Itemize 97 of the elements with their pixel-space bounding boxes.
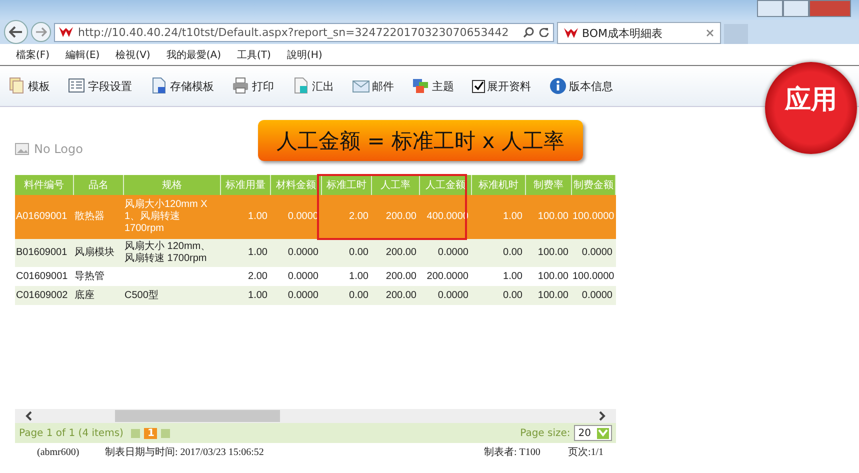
toolbar-button[interactable]: 存储模板 [150, 77, 214, 95]
table-cell: 风扇大小 120mm、风扇转速 1700rpm [124, 239, 220, 267]
toolbar-button[interactable]: 模板 [8, 77, 50, 95]
table-cell: 0.0000 [420, 239, 472, 267]
toolbar-button[interactable]: 邮件 [352, 77, 394, 95]
toolbar-button[interactable]: 主题 [412, 77, 454, 95]
search-icon[interactable] [523, 26, 534, 38]
logo-icon [564, 28, 578, 38]
list-icon [68, 77, 86, 95]
table-row[interactable]: C01609001 导热管 2.00 0.0000 1.00 200.00 200.0000 1.00 100.00 100.0000 [15, 267, 616, 286]
scroll-left-icon[interactable] [25, 411, 33, 421]
table-cell: 1.00 [472, 195, 526, 239]
toolbar-button[interactable]: 字段设置 [68, 77, 132, 95]
footer-text: 制表日期与时间: 2017/03/23 15:06:52 [105, 446, 265, 459]
table-cell: 0.00 [472, 286, 526, 305]
toolbar-button[interactable]: 汇出 [292, 77, 334, 95]
arrow-right-icon [35, 27, 47, 37]
table-cell: 0.00 [472, 239, 526, 267]
refresh-icon[interactable] [539, 27, 549, 37]
table-cell: 1.00 [220, 239, 270, 267]
toolbar-button[interactable]: 版本信息 [549, 77, 613, 95]
check-icon [474, 81, 484, 91]
table-cell: 2.00 [220, 267, 270, 286]
table-cell: 1.00 [220, 286, 270, 305]
table-cell: C01609002 [15, 286, 74, 305]
table-cell: 100.00 [526, 267, 572, 286]
printer-icon [232, 77, 250, 95]
logo-placeholder-text: No Logo [34, 142, 83, 156]
table-cell: 200.00 [372, 239, 420, 267]
tab-title: BOM成本明細表 [582, 26, 664, 40]
info-icon [549, 77, 567, 95]
footer-text: 制表者: T100 [484, 446, 542, 459]
document-icon [150, 77, 168, 95]
table-cell: 200.00 [372, 195, 420, 239]
table-cell: C01609001 [15, 267, 74, 286]
table-cell: 200.00 [372, 267, 420, 286]
browser-tab[interactable]: BOM成本明細表 [557, 22, 721, 44]
table-row[interactable]: C01609002 底座 C500型 1.00 0.0000 0.00 200.00 0.0000 0.00 100.00 0.0000 [15, 286, 616, 305]
table-cell: C500型 [124, 286, 220, 305]
table-cell: 100.00 [526, 239, 572, 267]
callout-banner: 人工金额 = 标准工时 x 人工率 [258, 120, 583, 161]
dropdown-arrow-icon[interactable] [597, 428, 609, 438]
table-cell: A01609001 [15, 195, 74, 239]
arrow-left-icon [9, 26, 23, 38]
table-cell: 1.00 [220, 195, 270, 239]
table-cell: 100.00 [526, 195, 572, 239]
table-cell: 200.00 [372, 286, 420, 305]
horizontal-scrollbar[interactable] [15, 409, 616, 423]
table-cell: 0.00 [322, 286, 372, 305]
table-cell: 0.0000 [270, 286, 322, 305]
table-cell: 0.0000 [572, 239, 616, 267]
toolbar-button[interactable]: 打印 [232, 77, 274, 95]
image-icon [15, 143, 29, 155]
table-cell: 2.00 [322, 195, 372, 239]
menu-item[interactable]: 工具(T) [237, 48, 271, 62]
footer-text: (abmr600) [37, 446, 80, 458]
page-size-dropdown[interactable]: 20 [574, 425, 612, 441]
table-cell: 200.0000 [420, 267, 472, 286]
table-cell: 散热器 [74, 195, 124, 239]
expand-checkbox[interactable]: 展开资料 [472, 78, 531, 94]
menu-item[interactable]: 檢視(V) [116, 48, 150, 62]
template-icon [8, 77, 26, 95]
table-cell: 风扇模块 [74, 239, 124, 267]
menu-item[interactable]: 檔案(F) [16, 48, 50, 62]
table-cell: 0.0000 [270, 239, 322, 267]
theme-icon [412, 77, 430, 95]
table-cell: 0.0000 [420, 286, 472, 305]
page-summary: Page 1 of 1 (4 items) [19, 428, 124, 438]
page-size-label: Page size: [520, 428, 570, 438]
menu-item[interactable]: 說明(H) [286, 48, 322, 62]
url-text: http://10.40.40.24/t10tst/Default.aspx?report_sn=3247220170323070653442 [78, 26, 510, 38]
forward-button[interactable] [31, 22, 51, 42]
table-cell: 0.0000 [572, 286, 616, 305]
table-cell: 100.00 [526, 286, 572, 305]
table-cell: 导热管 [74, 267, 124, 286]
menu-item[interactable]: 編輯(E) [66, 48, 100, 62]
table-cell: 100.0000 [572, 267, 616, 286]
table-cell: 1.00 [322, 267, 372, 286]
footer-text: 页次:1/1 [568, 446, 604, 459]
document-icon [292, 77, 310, 95]
table-cell: 1.00 [472, 267, 526, 286]
scrollbar-thumb[interactable] [115, 410, 280, 422]
table-cell: 0.00 [322, 239, 372, 267]
back-button[interactable] [4, 20, 28, 44]
close-icon[interactable] [706, 29, 714, 37]
minimize-button[interactable] [757, 0, 783, 17]
table-cell: B01609001 [15, 239, 74, 267]
table-cell: 0.0000 [270, 267, 322, 286]
table-cell: 400.0000 [420, 195, 472, 239]
table-cell: 底座 [74, 286, 124, 305]
table-cell: 100.0000 [572, 195, 616, 239]
table-cell: 风扇大小120mm X 1、风扇转速 1700rpm [124, 195, 220, 239]
restore-button[interactable] [783, 0, 809, 17]
address-bar[interactable]: http://10.40.40.24/t10tst/Default.aspx?report_sn=3247220170323070653442 [54, 22, 554, 42]
menu-item[interactable]: 我的最愛(A) [166, 48, 221, 62]
logo-icon [59, 27, 73, 37]
scroll-right-icon[interactable] [598, 411, 606, 421]
